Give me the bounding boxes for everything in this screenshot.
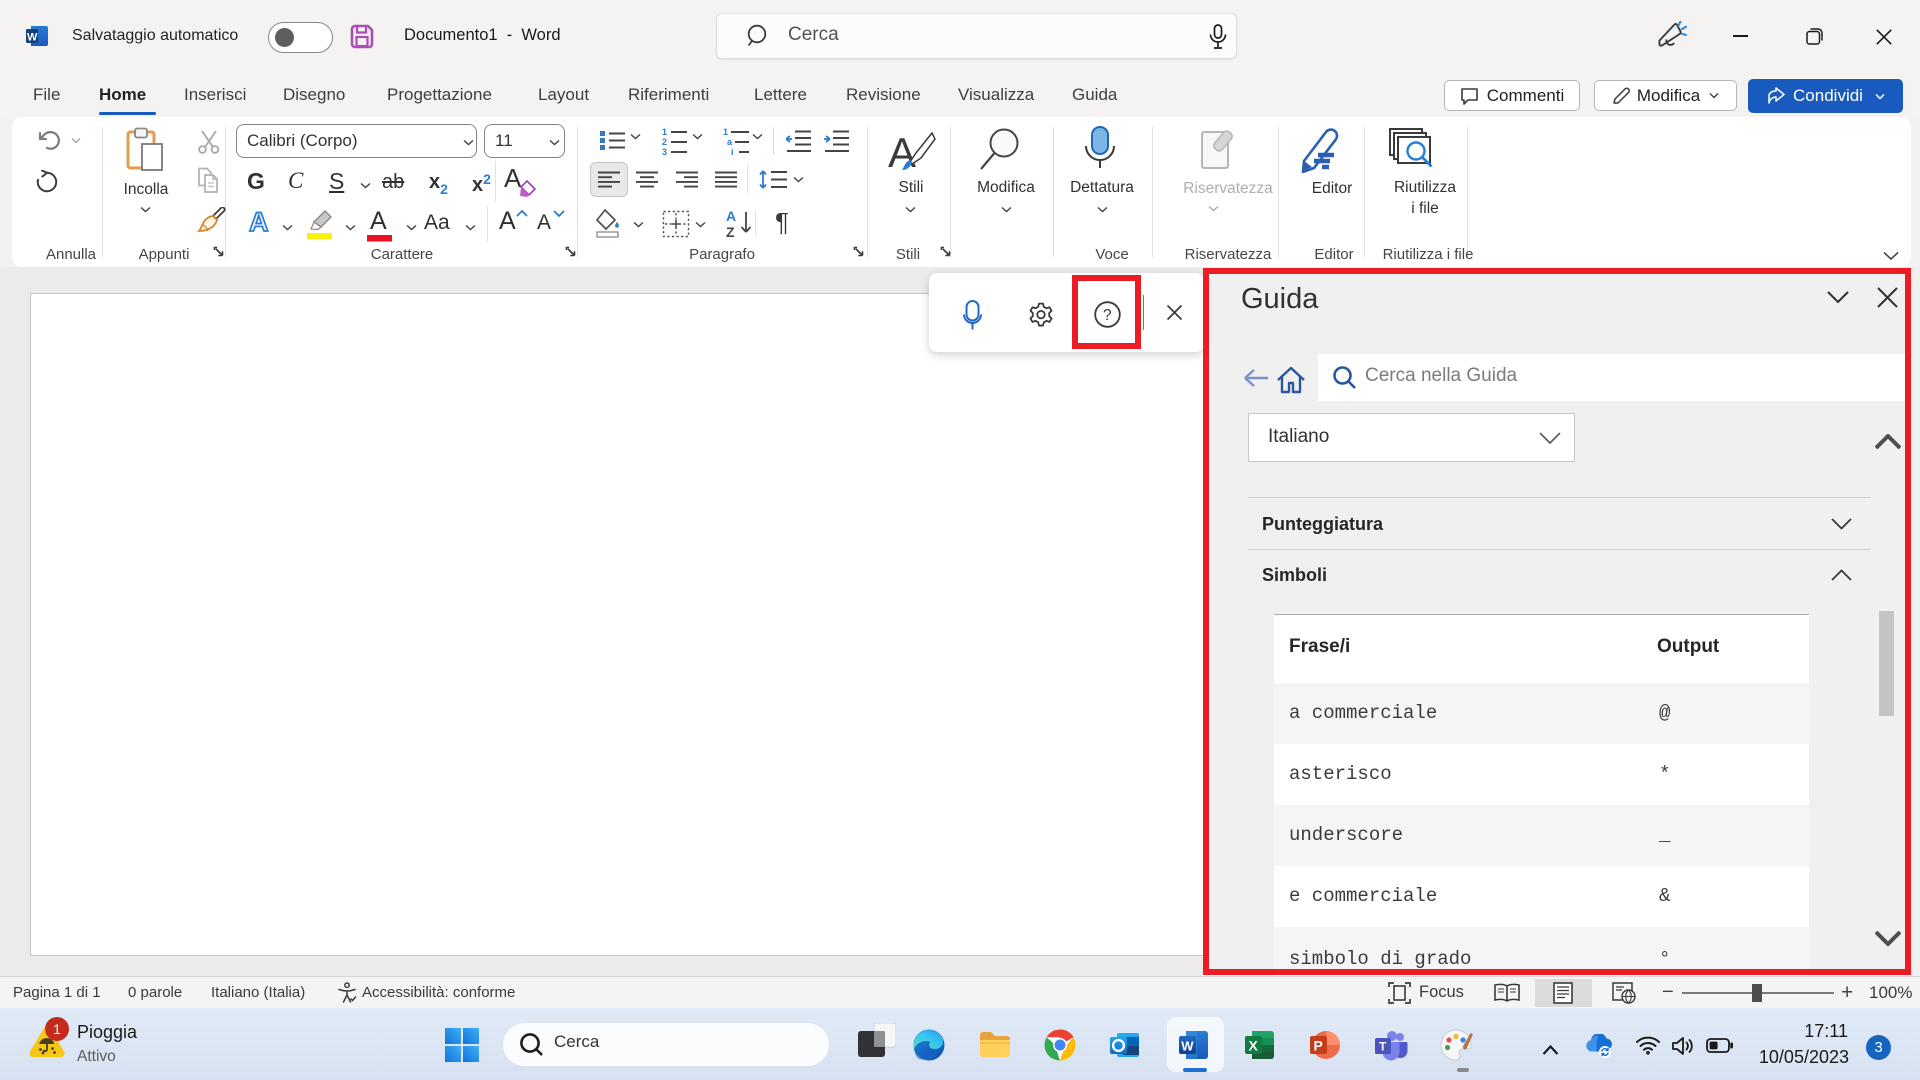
svg-text:W: W [1181,1039,1194,1054]
svg-text:P: P [1314,1038,1323,1054]
svg-text:i: i [731,147,734,155]
svg-text:1: 1 [723,127,728,137]
svg-text:T: T [1379,1040,1387,1054]
svg-text:1: 1 [662,127,667,137]
svg-text:Z: Z [726,224,735,238]
svg-text:W: W [27,32,38,44]
svg-text:X: X [1249,1038,1259,1054]
svg-text:3: 3 [662,147,667,155]
svg-text:a: a [727,137,733,147]
svg-text:A: A [726,208,736,224]
svg-text:2: 2 [662,137,667,147]
svg-text:A: A [888,129,916,175]
